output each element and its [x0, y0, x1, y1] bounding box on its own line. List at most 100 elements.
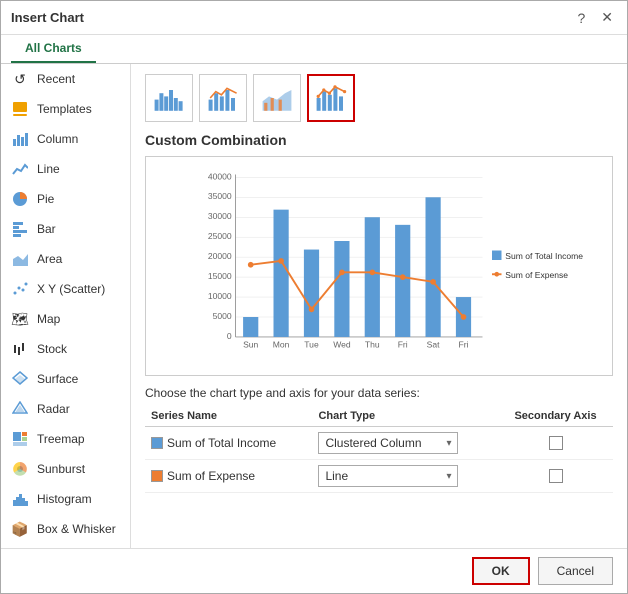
recent-icon: ↺: [11, 70, 29, 88]
series-1-dropdown-arrow: ▾: [446, 438, 451, 449]
svg-text:30000: 30000: [208, 211, 232, 221]
svg-text:Fri: Fri: [459, 339, 469, 349]
dialog-footer: OK Cancel: [1, 548, 627, 593]
sidebar-item-map[interactable]: 🗺 Map: [1, 304, 130, 334]
sidebar-item-histogram[interactable]: Histogram: [1, 484, 130, 514]
svg-text:35000: 35000: [208, 191, 232, 201]
svg-text:10000: 10000: [208, 291, 232, 301]
svg-text:Sum of Total Income: Sum of Total Income: [505, 251, 583, 261]
chart-type-icon-4[interactable]: [307, 74, 355, 122]
series-name-header: Series Name: [145, 406, 312, 427]
series-1-chart-type-label: Clustered Column: [325, 436, 421, 450]
sidebar-item-box-whisker[interactable]: 📦 Box & Whisker: [1, 514, 130, 544]
sidebar-label-column: Column: [37, 132, 78, 146]
main-content: ↺ Recent Templates Column Line: [1, 64, 627, 548]
sidebar-label-surface: Surface: [37, 372, 78, 386]
sidebar-item-xy-scatter[interactable]: X Y (Scatter): [1, 274, 130, 304]
sidebar-label-sunburst: Sunburst: [37, 462, 85, 476]
series-row-1: Sum of Total Income Clustered Column ▾: [145, 427, 613, 460]
series-1-name: Sum of Total Income: [167, 436, 276, 450]
chart-type-icons: [145, 74, 613, 122]
box-whisker-icon: 📦: [11, 520, 29, 538]
svg-text:Thu: Thu: [365, 339, 380, 349]
secondary-axis-header: Secondary Axis: [498, 406, 613, 427]
sidebar-label-templates: Templates: [37, 102, 92, 116]
ok-button[interactable]: OK: [472, 557, 530, 585]
column-icon: [11, 130, 29, 148]
svg-text:Fri: Fri: [398, 339, 408, 349]
line-icon: [11, 160, 29, 178]
svg-text:0: 0: [227, 331, 232, 341]
sidebar-label-recent: Recent: [37, 72, 75, 86]
sidebar-label-pie: Pie: [37, 192, 54, 206]
chart-type-header: Chart Type: [312, 406, 498, 427]
area-icon: [11, 250, 29, 268]
map-icon: 🗺: [11, 310, 29, 328]
title-bar: Insert Chart ? ✕: [1, 1, 627, 35]
series-2-color-swatch: [151, 470, 163, 482]
sidebar-item-templates[interactable]: Templates: [1, 94, 130, 124]
series-row-2: Sum of Expense Line ▾: [145, 460, 613, 493]
series-table: Series Name Chart Type Secondary Axis Su…: [145, 406, 613, 493]
tab-all-charts[interactable]: All Charts: [11, 35, 96, 63]
sunburst-icon: [11, 460, 29, 478]
svg-text:Wed: Wed: [333, 339, 351, 349]
sidebar-label-line: Line: [37, 162, 60, 176]
sidebar-label-radar: Radar: [37, 402, 70, 416]
svg-text:Tue: Tue: [304, 339, 319, 349]
sidebar-item-line[interactable]: Line: [1, 154, 130, 184]
svg-text:Sat: Sat: [427, 339, 440, 349]
dialog-title-area: Insert Chart: [11, 10, 84, 25]
choose-series-text: Choose the chart type and axis for your …: [145, 386, 613, 400]
close-button[interactable]: ✕: [597, 7, 617, 28]
templates-icon: [11, 100, 29, 118]
chart-type-icon-2[interactable]: [199, 74, 247, 122]
sidebar: ↺ Recent Templates Column Line: [1, 64, 131, 548]
sidebar-label-stock: Stock: [37, 342, 67, 356]
series-2-secondary-axis-checkbox[interactable]: [549, 469, 563, 483]
series-2-chart-type-select[interactable]: Line ▾: [318, 465, 458, 487]
help-button[interactable]: ?: [573, 8, 589, 28]
insert-chart-dialog: Insert Chart ? ✕ All Charts ↺ Recent Tem…: [0, 0, 628, 594]
tab-bar: All Charts: [1, 35, 627, 64]
chart-type-icon-1[interactable]: [145, 74, 193, 122]
series-1-chart-type-select[interactable]: Clustered Column ▾: [318, 432, 458, 454]
sidebar-item-radar[interactable]: Radar: [1, 394, 130, 424]
histogram-icon: [11, 490, 29, 508]
svg-text:40000: 40000: [208, 171, 232, 181]
dialog-title: Insert Chart: [11, 10, 84, 25]
chart-title: Custom Combination: [145, 132, 613, 148]
sidebar-label-xy-scatter: X Y (Scatter): [37, 282, 105, 296]
sidebar-item-column[interactable]: Column: [1, 124, 130, 154]
cancel-button[interactable]: Cancel: [538, 557, 613, 585]
scatter-icon: [11, 280, 29, 298]
surface-icon: [11, 370, 29, 388]
sidebar-item-treemap[interactable]: Treemap: [1, 424, 130, 454]
sidebar-item-sunburst[interactable]: Sunburst: [1, 454, 130, 484]
svg-text:25000: 25000: [208, 231, 232, 241]
series-2-dropdown-arrow: ▾: [446, 471, 451, 482]
bar-icon: [11, 220, 29, 238]
sidebar-label-histogram: Histogram: [37, 492, 92, 506]
sidebar-item-area[interactable]: Area: [1, 244, 130, 274]
sidebar-item-recent[interactable]: ↺ Recent: [1, 64, 130, 94]
sidebar-label-map: Map: [37, 312, 60, 326]
sidebar-label-bar: Bar: [37, 222, 56, 236]
sidebar-item-stock[interactable]: Stock: [1, 334, 130, 364]
sidebar-item-pie[interactable]: Pie: [1, 184, 130, 214]
series-2-name: Sum of Expense: [167, 469, 255, 483]
right-panel: Custom Combination 40000 35000 30000 250…: [131, 64, 627, 548]
title-bar-controls: ? ✕: [573, 7, 617, 28]
chart-type-icon-3[interactable]: [253, 74, 301, 122]
stock-icon: [11, 340, 29, 358]
series-1-secondary-axis-checkbox[interactable]: [549, 436, 563, 450]
radar-icon: [11, 400, 29, 418]
svg-text:5000: 5000: [213, 311, 232, 321]
svg-text:15000: 15000: [208, 271, 232, 281]
sidebar-item-surface[interactable]: Surface: [1, 364, 130, 394]
chart-preview: 40000 35000 30000 25000 20000 15000 1000…: [145, 156, 613, 376]
treemap-icon: [11, 430, 29, 448]
sidebar-item-bar[interactable]: Bar: [1, 214, 130, 244]
svg-text:20000: 20000: [208, 251, 232, 261]
pie-icon: [11, 190, 29, 208]
